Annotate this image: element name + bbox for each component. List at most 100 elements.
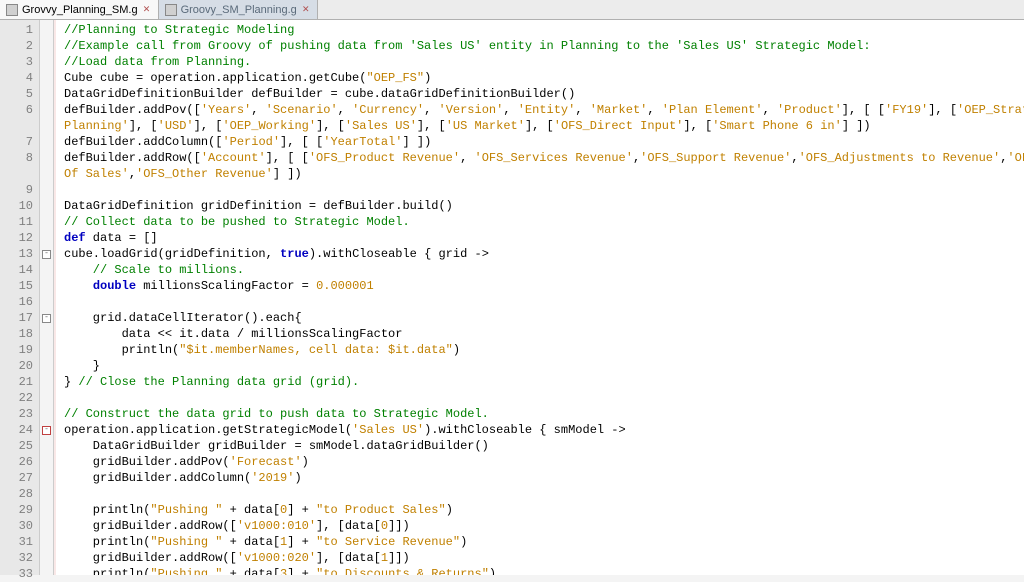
line-number: 30	[0, 518, 39, 534]
code-line[interactable]: println("Pushing " + data[0] + "to Produ…	[64, 502, 1024, 518]
line-number: 29	[0, 502, 39, 518]
code-line[interactable]: }	[64, 358, 1024, 374]
code-line[interactable]: data << it.data / millionsScalingFactor	[64, 326, 1024, 342]
fold-marker	[40, 38, 53, 54]
code-line[interactable]: defBuilder.addRow(['Account'], [ ['OFS_P…	[64, 150, 1024, 166]
code-line[interactable]: DataGridBuilder gridBuilder = smModel.da…	[64, 438, 1024, 454]
fold-marker	[40, 166, 53, 182]
code-line[interactable]: grid.dataCellIterator().each{	[64, 310, 1024, 326]
code-line[interactable]: cube.loadGrid(gridDefinition, true).with…	[64, 246, 1024, 262]
code-line[interactable]: defBuilder.addPov(['Years', 'Scenario', …	[64, 102, 1024, 118]
fold-marker[interactable]: -	[40, 310, 53, 326]
code-line[interactable]: // Construct the data grid to push data …	[64, 406, 1024, 422]
code-line[interactable]	[64, 486, 1024, 502]
line-number: 9	[0, 182, 39, 198]
code-line[interactable]: println("$it.memberNames, cell data: $it…	[64, 342, 1024, 358]
fold-marker	[40, 86, 53, 102]
close-icon[interactable]: ✕	[301, 5, 311, 15]
code-line[interactable]: // Collect data to be pushed to Strategi…	[64, 214, 1024, 230]
line-number: 12	[0, 230, 39, 246]
fold-marker	[40, 454, 53, 470]
code-line[interactable]: DataGridDefinition gridDefinition = defB…	[64, 198, 1024, 214]
fold-marker	[40, 102, 53, 118]
fold-marker	[40, 198, 53, 214]
line-number: 7	[0, 134, 39, 150]
line-number: 3	[0, 54, 39, 70]
code-line[interactable]	[64, 390, 1024, 406]
code-line[interactable]: gridBuilder.addRow(['v1000:010'], [data[…	[64, 518, 1024, 534]
code-line[interactable]: //Load data from Planning.	[64, 54, 1024, 70]
line-number: 10	[0, 198, 39, 214]
fold-marker	[40, 470, 53, 486]
code-line[interactable]	[64, 182, 1024, 198]
line-number: 15	[0, 278, 39, 294]
tab-bar: Grovvy_Planning_SM.g ✕ Groovy_SM_Plannin…	[0, 0, 1024, 20]
code-line[interactable]: defBuilder.addColumn(['Period'], [ ['Yea…	[64, 134, 1024, 150]
line-number: 5	[0, 86, 39, 102]
fold-marker	[40, 294, 53, 310]
line-number: 19	[0, 342, 39, 358]
code-line[interactable]: println("Pushing " + data[1] + "to Servi…	[64, 534, 1024, 550]
fold-marker	[40, 214, 53, 230]
fold-marker	[40, 54, 53, 70]
tab-groovy-sm-planning[interactable]: Groovy_SM_Planning.g ✕	[159, 0, 318, 19]
code-line[interactable]: double millionsScalingFactor = 0.000001	[64, 278, 1024, 294]
code-line[interactable]: def data = []	[64, 230, 1024, 246]
line-number: 20	[0, 358, 39, 374]
line-number: 28	[0, 486, 39, 502]
code-line[interactable]: println("Pushing " + data[3] + "to Disco…	[64, 566, 1024, 575]
line-number: 26	[0, 454, 39, 470]
line-number: 17	[0, 310, 39, 326]
tab-label: Grovvy_Planning_SM.g	[22, 4, 138, 16]
code-line[interactable]: operation.application.getStrategicModel(…	[64, 422, 1024, 438]
code-line[interactable]: gridBuilder.addRow(['v1000:020'], [data[…	[64, 550, 1024, 566]
fold-marker	[40, 22, 53, 38]
line-number: 33	[0, 566, 39, 582]
fold-marker	[40, 438, 53, 454]
fold-marker	[40, 374, 53, 390]
code-line[interactable]: } // Close the Planning data grid (grid)…	[64, 374, 1024, 390]
fold-marker	[40, 262, 53, 278]
code-line[interactable]	[64, 294, 1024, 310]
code-line[interactable]: Planning'], ['USD'], ['OEP_Working'], ['…	[64, 118, 1024, 134]
line-number: 6	[0, 102, 39, 118]
fold-marker	[40, 230, 53, 246]
fold-marker	[40, 118, 53, 134]
line-number: 18	[0, 326, 39, 342]
code-area[interactable]: //Planning to Strategic Modeling//Exampl…	[54, 20, 1024, 575]
fold-marker	[40, 534, 53, 550]
code-line[interactable]: gridBuilder.addPov('Forecast')	[64, 454, 1024, 470]
line-number: 32	[0, 550, 39, 566]
line-number: 25	[0, 438, 39, 454]
file-icon	[6, 4, 18, 16]
line-number: 11	[0, 214, 39, 230]
code-line[interactable]: Of Sales','OFS_Other Revenue'] ])	[64, 166, 1024, 182]
fold-marker	[40, 486, 53, 502]
line-number: 21	[0, 374, 39, 390]
code-line[interactable]: //Example call from Groovy of pushing da…	[64, 38, 1024, 54]
line-number: 8	[0, 150, 39, 166]
code-line[interactable]: // Scale to millions.	[64, 262, 1024, 278]
fold-gutter: - - -	[40, 20, 54, 575]
code-line[interactable]: gridBuilder.addColumn('2019')	[64, 470, 1024, 486]
fold-marker	[40, 406, 53, 422]
close-icon[interactable]: ✕	[142, 5, 152, 15]
code-line[interactable]: Cube cube = operation.application.getCub…	[64, 70, 1024, 86]
fold-marker	[40, 278, 53, 294]
line-number-gutter: 1234567891011121314151617181920212223242…	[0, 20, 40, 575]
fold-marker[interactable]: -	[40, 422, 53, 438]
fold-marker	[40, 358, 53, 374]
fold-marker[interactable]: -	[40, 246, 53, 262]
code-line[interactable]: //Planning to Strategic Modeling	[64, 22, 1024, 38]
line-number: 13	[0, 246, 39, 262]
fold-marker	[40, 502, 53, 518]
code-editor[interactable]: 1234567891011121314151617181920212223242…	[0, 20, 1024, 575]
tab-label: Groovy_SM_Planning.g	[181, 4, 297, 16]
code-line[interactable]: DataGridDefinitionBuilder defBuilder = c…	[64, 86, 1024, 102]
fold-marker	[40, 326, 53, 342]
fold-marker	[40, 390, 53, 406]
line-number: 2	[0, 38, 39, 54]
line-number: 27	[0, 470, 39, 486]
fold-marker	[40, 134, 53, 150]
tab-grovvy-planning-sm[interactable]: Grovvy_Planning_SM.g ✕	[0, 0, 159, 19]
